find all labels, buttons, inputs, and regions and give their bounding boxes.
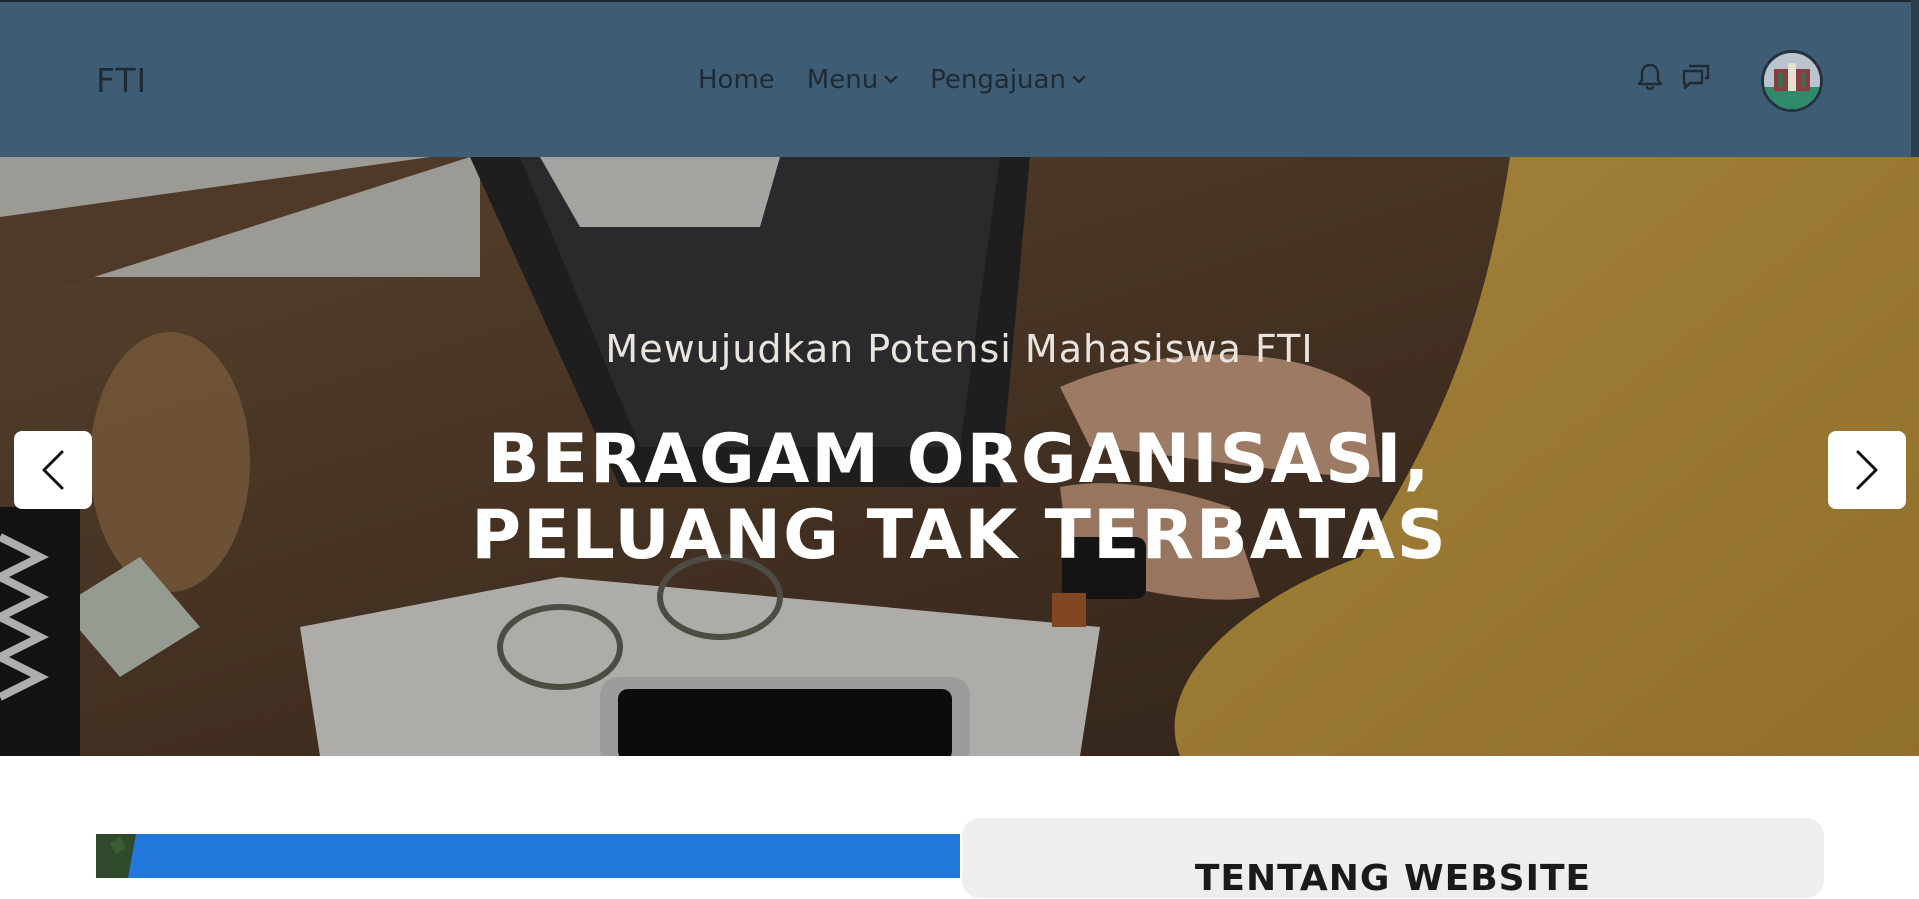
scrollbar[interactable] <box>1911 0 1919 157</box>
chevron-left-icon <box>42 450 64 490</box>
hero-subtitle: Mewujudkan Potensi Mahasiswa FTI <box>605 327 1314 371</box>
about-title: TENTANG WEBSITE <box>1194 858 1592 899</box>
nav-home-label: Home <box>698 65 775 95</box>
nav-home[interactable]: Home <box>698 65 775 95</box>
hero-title: BERAGAM ORGANISASI, PELUANG TAK TERBATAS <box>0 422 1919 574</box>
chevron-right-icon <box>1856 450 1878 490</box>
nav-pengajuan-dropdown[interactable]: Pengajuan <box>930 65 1086 95</box>
brand-logo[interactable]: FTI <box>96 61 147 100</box>
nav-menu-dropdown[interactable]: Menu <box>807 65 898 95</box>
hero-title-line-1: BERAGAM ORGANISASI, <box>487 420 1432 499</box>
hero-title-line-2: PELUANG TAK TERBATAS <box>471 496 1448 575</box>
about-card: TENTANG WEBSITE <box>962 818 1824 899</box>
user-avatar[interactable] <box>1761 50 1823 112</box>
sky-image <box>96 834 960 878</box>
carousel-next-button[interactable] <box>1828 431 1906 509</box>
content-image <box>96 834 960 878</box>
navbar: FTI Home Menu Pengajuan <box>0 2 1919 157</box>
main-nav: Home Menu Pengajuan <box>698 65 1086 95</box>
nav-pengajuan-label: Pengajuan <box>930 65 1066 95</box>
carousel-prev-button[interactable] <box>14 431 92 509</box>
hero-carousel: Mewujudkan Potensi Mahasiswa FTI BERAGAM… <box>0 157 1919 756</box>
chevron-down-icon <box>1072 75 1086 84</box>
chat-icon[interactable] <box>1679 60 1713 94</box>
avatar-image <box>1764 53 1820 109</box>
chevron-down-icon <box>884 75 898 84</box>
nav-menu-label: Menu <box>806 65 879 95</box>
bell-icon[interactable] <box>1633 60 1667 94</box>
